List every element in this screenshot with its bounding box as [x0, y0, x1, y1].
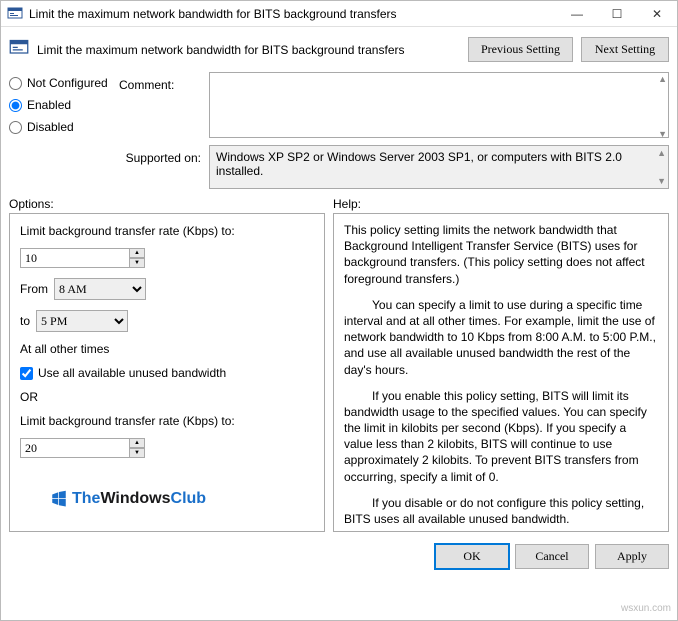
supported-on-box: Windows XP SP2 or Windows Server 2003 SP… [209, 145, 669, 189]
options-heading: Options: [9, 197, 325, 211]
dialog-footer: OK Cancel Apply [1, 538, 677, 575]
limit1-spinner[interactable]: ▲ ▼ [20, 248, 314, 268]
radio-not-configured[interactable]: Not Configured [9, 72, 119, 94]
maximize-button[interactable]: ☐ [597, 1, 637, 27]
limit2-input[interactable] [20, 438, 130, 458]
from-label: From [20, 282, 48, 296]
to-time-select[interactable]: 5 PM [36, 310, 128, 332]
help-text: If you enable this policy setting, BITS … [344, 388, 658, 485]
spin-up-icon[interactable]: ▲ [129, 438, 145, 448]
comment-textarea[interactable] [209, 72, 669, 138]
watermark-brand: TheWindowsClub [20, 490, 314, 508]
scroll-indicator: ▲▼ [657, 148, 666, 186]
radio-not-configured-input[interactable] [9, 77, 22, 90]
to-label: to [20, 314, 30, 328]
supported-text: Windows XP SP2 or Windows Server 2003 SP… [216, 150, 622, 178]
policy-title: Limit the maximum network bandwidth for … [37, 43, 460, 57]
spin-down-icon[interactable]: ▼ [129, 258, 145, 268]
radio-label: Enabled [27, 98, 71, 112]
apply-button[interactable]: Apply [595, 544, 669, 569]
help-panel[interactable]: This policy setting limits the network b… [333, 213, 669, 532]
from-time-select[interactable]: 8 AM [54, 278, 146, 300]
radio-label: Not Configured [27, 76, 108, 90]
limit2-spinner[interactable]: ▲ ▼ [20, 438, 314, 458]
limit2-label: Limit background transfer rate (Kbps) to… [20, 414, 314, 428]
other-times-label: At all other times [20, 342, 314, 356]
help-text: You can specify a limit to use during a … [344, 297, 658, 378]
comment-label: Comment: [119, 72, 209, 92]
radio-disabled-input[interactable] [9, 121, 22, 134]
limit1-input[interactable] [20, 248, 130, 268]
next-setting-button[interactable]: Next Setting [581, 37, 669, 62]
use-all-bandwidth-input[interactable] [20, 367, 33, 380]
supported-label: Supported on: [119, 145, 209, 165]
spin-up-icon[interactable]: ▲ [129, 248, 145, 258]
use-all-bandwidth-checkbox[interactable]: Use all available unused bandwidth [20, 366, 314, 380]
previous-setting-button[interactable]: Previous Setting [468, 37, 573, 62]
limit1-label: Limit background transfer rate (Kbps) to… [20, 224, 314, 238]
options-panel: Limit background transfer rate (Kbps) to… [9, 213, 325, 532]
window-title: Limit the maximum network bandwidth for … [29, 7, 557, 21]
help-text: This policy setting limits the network b… [344, 222, 658, 287]
policy-icon [7, 6, 23, 22]
spin-down-icon[interactable]: ▼ [129, 448, 145, 458]
title-bar: Limit the maximum network bandwidth for … [1, 1, 677, 27]
cancel-button[interactable]: Cancel [515, 544, 589, 569]
brand-logo-icon [50, 490, 68, 508]
checkbox-label: Use all available unused bandwidth [38, 366, 226, 380]
ok-button[interactable]: OK [435, 544, 509, 569]
radio-enabled-input[interactable] [9, 99, 22, 112]
radio-label: Disabled [27, 120, 74, 134]
policy-icon [9, 38, 29, 61]
or-label: OR [20, 390, 314, 404]
help-heading: Help: [333, 197, 361, 211]
radio-disabled[interactable]: Disabled [9, 116, 119, 138]
help-text: If you disable or do not configure this … [344, 495, 658, 527]
image-watermark: wsxun.com [621, 603, 671, 614]
radio-enabled[interactable]: Enabled [9, 94, 119, 116]
close-button[interactable]: ✕ [637, 1, 677, 27]
scroll-indicator: ▲▼ [658, 74, 667, 139]
minimize-button[interactable]: — [557, 1, 597, 27]
